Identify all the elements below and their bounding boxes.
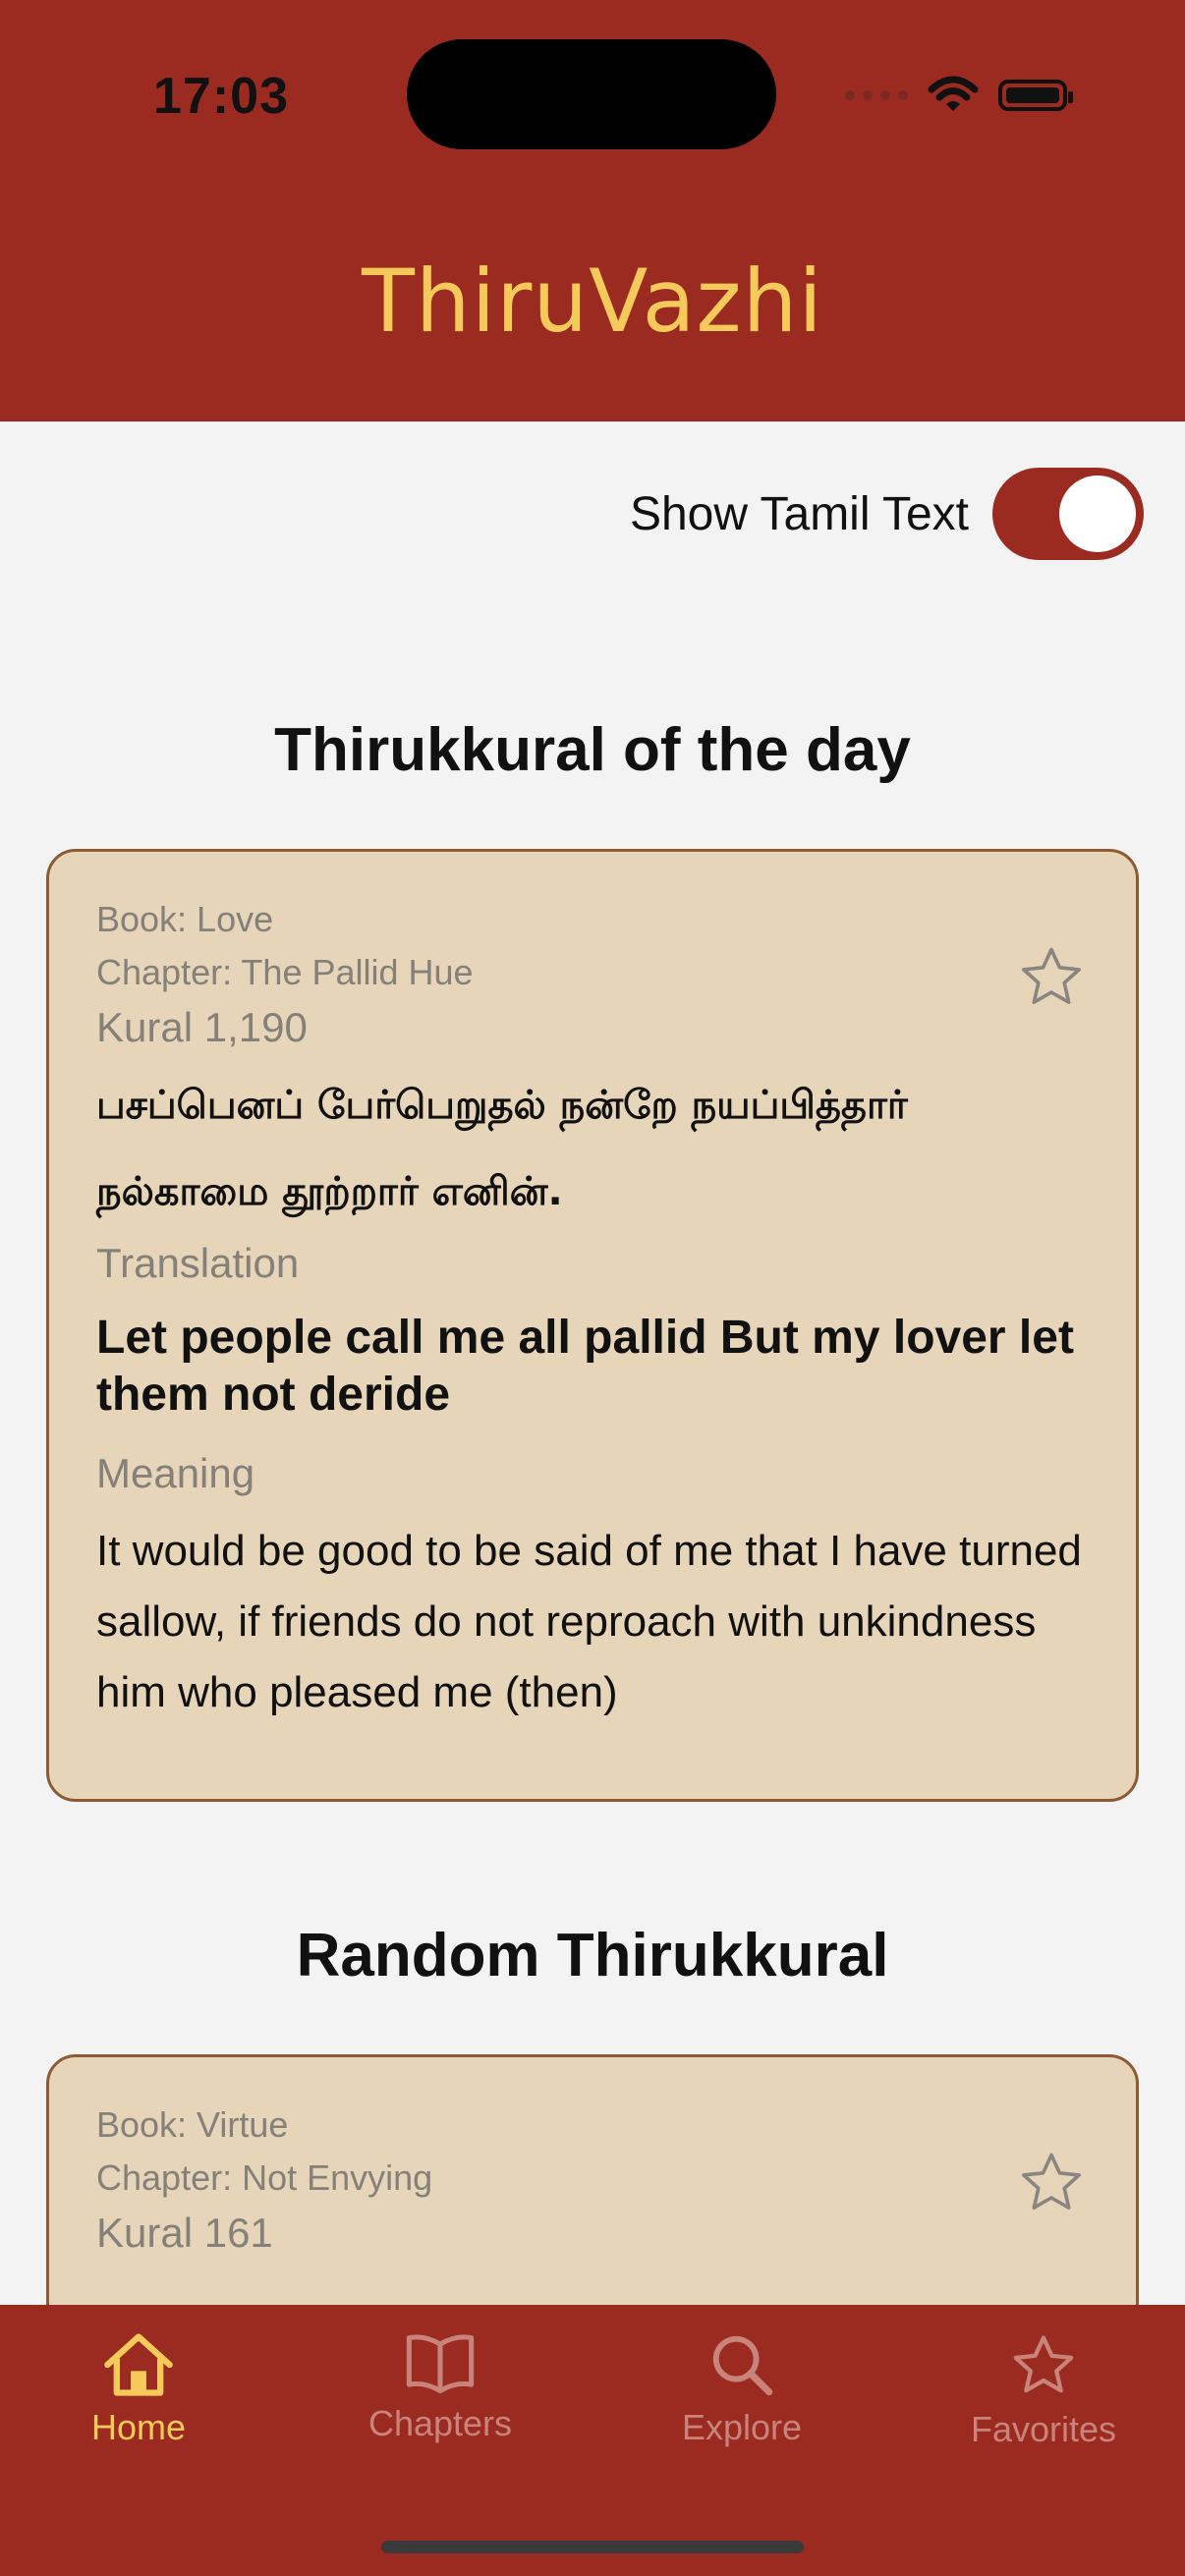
daily-section-title: Thirukkural of the day xyxy=(274,716,911,784)
kural-number: Kural 1,190 xyxy=(96,1004,308,1050)
tab-favorites-label: Favorites xyxy=(970,2409,1117,2449)
star-icon xyxy=(1013,2335,1074,2393)
favorite-star-icon[interactable] xyxy=(1016,2148,1087,2218)
kural-book: Book: Virtue xyxy=(96,2104,289,2145)
meaning-text: It would be good to be said of me that I… xyxy=(96,1527,1082,1716)
tab-favorites[interactable]: Favorites xyxy=(926,2330,1161,2450)
favorite-star-icon[interactable] xyxy=(1016,942,1087,1013)
cellular-signal-icon xyxy=(845,90,908,100)
daily-kural-card[interactable]: Book: Love Chapter: The Pallid Hue Kural… xyxy=(46,849,1139,1802)
tab-chapters[interactable]: Chapters xyxy=(322,2330,558,2444)
show-tamil-toggle[interactable] xyxy=(992,468,1144,560)
tab-explore-label: Explore xyxy=(681,2407,803,2447)
battery-icon xyxy=(998,80,1073,111)
tamil-line-2: நல்காமை தூற்றார் எனின். xyxy=(96,1169,563,1214)
magnifier-icon xyxy=(712,2335,773,2396)
kural-chapter: Chapter: Not Envying xyxy=(96,2157,433,2198)
random-section-title: Random Thirukkural xyxy=(296,1922,889,1989)
status-time: 17:03 xyxy=(153,68,289,125)
kural-number: Kural 161 xyxy=(96,2210,273,2256)
meaning-label: Meaning xyxy=(96,1450,255,1496)
wifi-icon xyxy=(928,76,979,111)
home-indicator[interactable] xyxy=(381,2541,804,2553)
app-title: ThiruVazhi xyxy=(362,251,823,352)
dynamic-island xyxy=(407,39,776,149)
kural-book: Book: Love xyxy=(96,899,274,939)
kural-chapter: Chapter: The Pallid Hue xyxy=(96,952,474,992)
tab-chapters-label: Chapters xyxy=(367,2403,513,2443)
translation-label: Translation xyxy=(96,1240,300,1286)
tamil-text: பசப்பெனப் பேர்பெறுதல் நன்றே நயப்பித்தார்… xyxy=(96,1062,1089,1235)
status-icons xyxy=(845,71,1073,120)
tab-home-label: Home xyxy=(90,2407,187,2447)
tamil-line-1: பசப்பெனப் பேர்பெறுதல் நன்றே நயப்பித்தார் xyxy=(96,1083,908,1128)
tab-home[interactable]: Home xyxy=(21,2330,256,2448)
tab-bar: Home Chapters Explore Favorites xyxy=(0,2305,1185,2576)
show-tamil-row: Show Tamil Text xyxy=(630,468,1144,560)
app-header: 17:03 ThiruVazhi xyxy=(0,0,1185,421)
house-icon xyxy=(104,2333,173,2396)
book-icon xyxy=(406,2334,475,2394)
translation-text: Let people call me all pallid But my lov… xyxy=(96,1312,1074,1421)
tab-explore[interactable]: Explore xyxy=(624,2330,860,2448)
show-tamil-label: Show Tamil Text xyxy=(629,487,969,540)
